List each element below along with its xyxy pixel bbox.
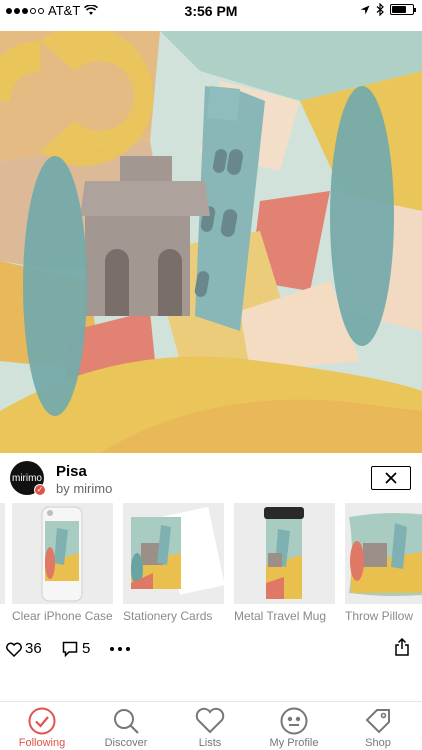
product-image — [123, 503, 224, 604]
actions-row: 36 5 — [0, 638, 422, 662]
artist-byline[interactable]: by mirimo — [56, 481, 112, 496]
tab-label: Shop — [365, 737, 391, 749]
tab-label: My Profile — [269, 737, 319, 749]
close-button[interactable] — [371, 466, 411, 490]
product-image — [12, 503, 113, 604]
close-icon — [385, 472, 397, 484]
heart-icon — [195, 707, 225, 734]
tab-my-profile[interactable]: My Profile — [252, 702, 336, 750]
bluetooth-icon — [376, 3, 384, 16]
tab-lists[interactable]: Lists — [168, 702, 252, 750]
product-image — [345, 503, 422, 604]
product-image — [234, 503, 335, 604]
share-icon[interactable] — [395, 638, 409, 656]
verified-badge-icon: ✓ — [34, 484, 46, 496]
check-circle-icon — [28, 707, 56, 735]
status-bar: AT&T 3:56 PM — [0, 0, 422, 22]
product-clear-iphone-case[interactable]: Clear iPhone Case — [12, 503, 113, 624]
tab-shop[interactable]: Shop — [336, 702, 420, 750]
status-right — [360, 3, 416, 16]
design-header: mirimo ✓ Pisa by mirimo — [0, 453, 422, 501]
avatar-text: mirimo — [12, 472, 42, 484]
battery-icon — [390, 4, 416, 15]
product-label: Stationery Cards — [123, 609, 213, 623]
tab-discover[interactable]: Discover — [84, 702, 168, 750]
heart-icon[interactable] — [6, 642, 22, 657]
more-options-icon[interactable] — [110, 647, 130, 651]
product-label: Throw Pillow — [345, 609, 414, 623]
product-stationery-cards[interactable]: Stationery Cards — [123, 503, 224, 624]
comment-icon[interactable] — [62, 641, 78, 657]
like-count: 36 — [25, 640, 42, 657]
tab-following[interactable]: Following — [0, 702, 84, 750]
product-label: Clear iPhone Case — [12, 609, 113, 623]
tab-label: Following — [18, 737, 66, 749]
tab-label: Lists — [198, 737, 222, 749]
comment-count: 5 — [82, 640, 91, 657]
product-throw-pillow[interactable]: Throw Pillow — [345, 503, 422, 624]
product-metal-travel-mug[interactable]: Metal Travel Mug — [234, 503, 335, 624]
tab-label: Discover — [104, 737, 148, 749]
product-label: Metal Travel Mug — [234, 609, 327, 623]
products-carousel[interactable]: Clear iPhone Case Stationery Cards Metal… — [0, 503, 422, 643]
product-thumb-partial[interactable] — [0, 503, 5, 604]
search-icon — [114, 709, 139, 734]
location-arrow-icon — [360, 5, 370, 14]
design-title: Pisa — [56, 463, 87, 480]
pisa-artwork — [0, 31, 422, 453]
tab-bar: Following Discover Lists My Profile Shop — [0, 701, 422, 750]
status-time: 3:56 PM — [184, 3, 238, 19]
artwork-image[interactable] — [0, 31, 422, 453]
face-icon — [280, 707, 308, 735]
tag-icon — [365, 709, 390, 734]
